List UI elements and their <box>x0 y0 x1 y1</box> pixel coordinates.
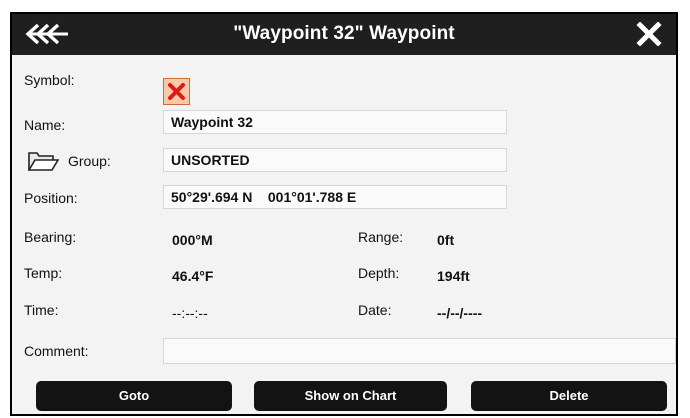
group-field[interactable]: UNSORTED <box>163 148 507 172</box>
show-on-chart-button[interactable]: Show on Chart <box>254 381 447 411</box>
waypoint-dialog: "Waypoint 32" Waypoint Symbol: Name: Way… <box>10 12 678 416</box>
range-value: 0ft <box>437 232 455 248</box>
date-value: --/--/---- <box>437 305 483 321</box>
position-label: Position: <box>24 190 78 206</box>
name-label: Name: <box>24 117 66 133</box>
temp-value: 46.4°F <box>172 268 214 284</box>
folder-icon[interactable] <box>27 150 60 172</box>
symbol-label: Symbol: <box>24 72 75 88</box>
symbol-selector[interactable] <box>163 78 190 105</box>
name-field[interactable]: Waypoint 32 <box>163 110 507 134</box>
depth-value: 194ft <box>437 268 470 284</box>
bearing-label: Bearing: <box>24 229 77 245</box>
delete-button[interactable]: Delete <box>471 381 667 411</box>
depth-label: Depth: <box>358 265 400 281</box>
group-label: Group: <box>68 153 111 169</box>
time-label: Time: <box>24 302 59 318</box>
time-value: --:--:-- <box>172 305 208 321</box>
range-label: Range: <box>358 229 404 245</box>
dialog-title: "Waypoint 32" Waypoint <box>233 23 455 44</box>
date-label: Date: <box>358 302 392 318</box>
temp-label: Temp: <box>24 265 63 281</box>
goto-button[interactable]: Goto <box>36 381 232 411</box>
red-x-symbol-icon <box>168 83 185 100</box>
bearing-value: 000°M <box>172 232 213 248</box>
position-field[interactable]: 50°29'.694 N 001°01'.788 E <box>163 185 507 209</box>
comment-label: Comment: <box>24 343 89 359</box>
title-bar: "Waypoint 32" Waypoint <box>12 14 676 55</box>
close-icon[interactable] <box>636 21 662 47</box>
comment-field[interactable] <box>163 338 676 364</box>
